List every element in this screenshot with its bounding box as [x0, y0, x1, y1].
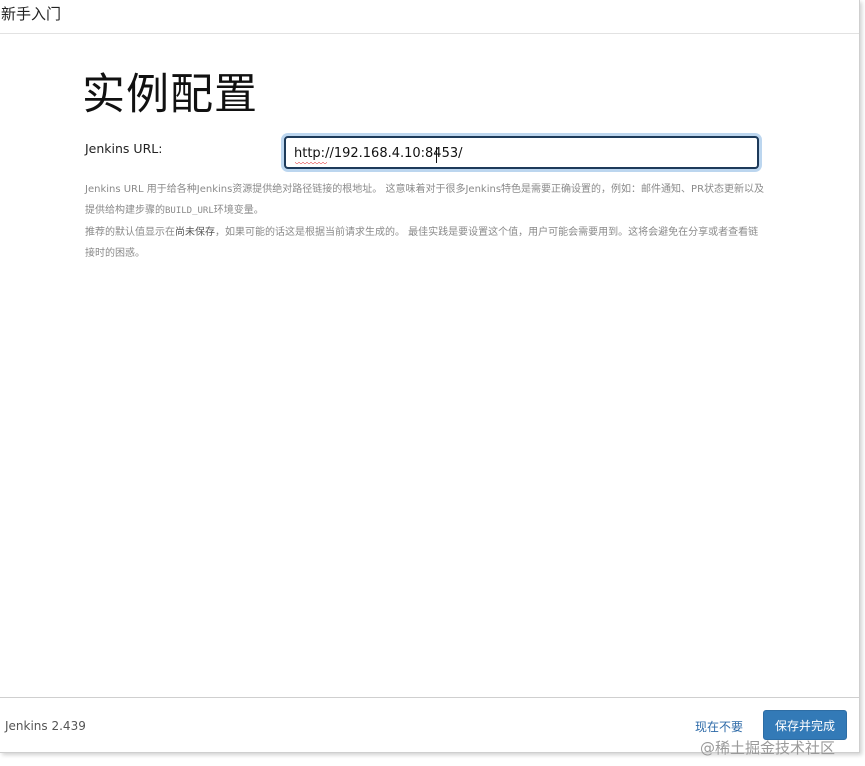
text-caret	[436, 147, 437, 163]
save-and-finish-button[interactable]: 保存并完成	[763, 710, 847, 740]
build-url-code: BUILD_URL	[165, 206, 214, 216]
watermark: @稀土掘金技术社区	[700, 739, 836, 757]
dialog-header: 新手入门	[0, 0, 859, 34]
setup-dialog: 新手入门 实例配置 Jenkins URL: Jenkins URL 用于给各种…	[0, 0, 860, 753]
skip-link[interactable]: 现在不要	[695, 718, 743, 735]
help-paragraph-1: Jenkins URL 用于给各种Jenkins资源提供绝对路径链接的根地址。 …	[85, 179, 765, 222]
jenkins-url-field[interactable]	[284, 136, 759, 169]
page-title: 实例配置	[82, 70, 258, 120]
help-paragraph-2: 推荐的默认值显示在尚未保存，如果可能的话这是根据当前请求生成的。 最佳实践是要设…	[85, 222, 765, 264]
dialog-title: 新手入门	[1, 5, 62, 23]
help-text: 推荐的默认值显示在	[85, 227, 175, 238]
jenkins-url-input[interactable]	[294, 143, 744, 163]
jenkins-url-help: Jenkins URL 用于给各种Jenkins资源提供绝对路径链接的根地址。 …	[85, 179, 765, 264]
not-saved-emphasis: 尚未保存	[175, 227, 215, 238]
help-text: 环境变量。	[213, 205, 264, 216]
spellcheck-underline	[295, 162, 327, 165]
jenkins-version: Jenkins 2.439	[5, 719, 86, 733]
jenkins-url-label: Jenkins URL:	[85, 141, 163, 156]
